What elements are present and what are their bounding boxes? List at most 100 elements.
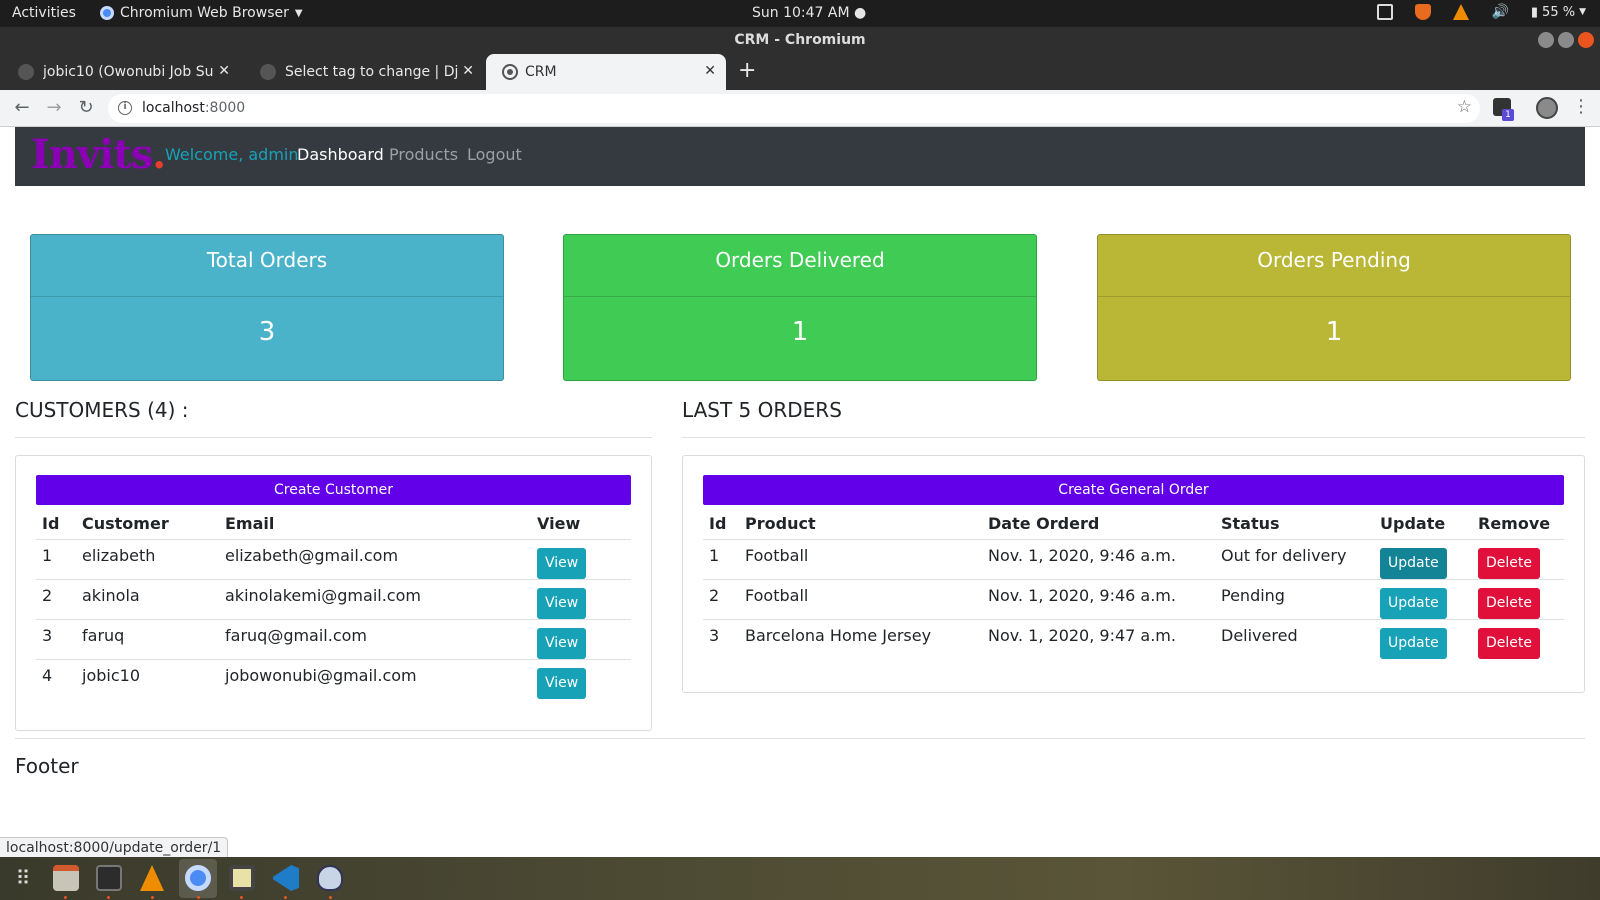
close-window-button[interactable]	[1578, 32, 1594, 48]
volume-icon[interactable]: 🔊	[1491, 4, 1508, 20]
order-date: Nov. 1, 2020, 9:46 a.m.	[982, 539, 1215, 580]
django-icon	[260, 64, 276, 80]
vlc-icon[interactable]	[140, 865, 164, 891]
chromium-icon[interactable]	[185, 865, 211, 891]
running-indicator	[64, 896, 67, 899]
column-header: Product	[739, 509, 982, 540]
back-button[interactable]: ←	[10, 96, 34, 120]
tab-title: CRM	[525, 64, 557, 80]
running-indicator	[284, 896, 287, 899]
vscode-icon[interactable]	[273, 865, 299, 891]
clock[interactable]: Sun 10:47 AM ●	[752, 5, 866, 21]
profile-avatar[interactable]	[1536, 97, 1558, 119]
stat-label: Orders Pending	[1098, 235, 1570, 297]
update-order-button[interactable]: Update	[1380, 627, 1447, 659]
menu-kebab-icon[interactable]: ⋮	[1572, 96, 1590, 117]
stat-value: 3	[258, 317, 276, 347]
update-cell: Update	[1374, 579, 1472, 620]
app-icon[interactable]	[229, 865, 255, 891]
indicator-icon[interactable]	[1377, 4, 1394, 20]
view-customer-button[interactable]: View	[537, 587, 587, 619]
show-apps-icon[interactable]: ⠿	[10, 865, 36, 891]
create-customer-button[interactable]: Create Customer	[36, 475, 631, 505]
delete-order-button[interactable]: Delete	[1478, 587, 1540, 619]
nav-link-dashboard[interactable]: Dashboard	[297, 145, 384, 164]
site-navbar: Invits. Welcome, admin Dashboard Product…	[15, 127, 1585, 186]
new-tab-button[interactable]: +	[738, 58, 756, 83]
nav-link-logout[interactable]: Logout	[467, 145, 522, 164]
brand-logo[interactable]: Invits.	[31, 131, 166, 178]
files-icon[interactable]	[53, 865, 79, 891]
order-product: Football	[739, 539, 982, 580]
table-row: 3 faruq faruq@gmail.com View	[36, 619, 631, 660]
nav-link-products[interactable]: Products	[389, 145, 458, 164]
view-cell: View	[531, 539, 631, 580]
caret-down-icon: ▼	[1579, 7, 1586, 17]
address-bar[interactable]: i localhost:8000 ☆	[108, 94, 1480, 123]
battery-indicator[interactable]: ▮ 55 % ▼	[1531, 5, 1586, 20]
github-icon	[18, 64, 34, 80]
activities-button[interactable]: Activities	[12, 5, 76, 21]
reload-button[interactable]: ↻	[74, 96, 98, 120]
view-customer-button[interactable]: View	[537, 547, 587, 579]
table-row: 2 akinola akinolakemi@gmail.com View	[36, 579, 631, 620]
url-text[interactable]: localhost:8000	[142, 100, 245, 116]
close-tab-icon[interactable]: ✕	[704, 63, 716, 79]
system-top-bar: Activities Chromium Web Browser ▼ Sun 10…	[0, 0, 1600, 27]
remove-cell: Delete	[1472, 619, 1564, 659]
update-order-button[interactable]: Update	[1380, 547, 1447, 579]
order-id: 2	[703, 579, 739, 620]
tab-crm[interactable]: CRM ✕	[486, 54, 726, 90]
forward-button[interactable]: →	[42, 96, 66, 120]
postgresql-icon[interactable]	[317, 865, 343, 891]
tab-github[interactable]: jobic10 (Owonubi Job Sunday) ✕	[0, 54, 240, 90]
order-status: Out for delivery	[1215, 539, 1374, 580]
close-tab-icon[interactable]: ✕	[462, 63, 474, 79]
app-menu[interactable]: Chromium Web Browser ▼	[100, 5, 303, 21]
minimize-button[interactable]	[1538, 32, 1554, 48]
brand-dot: .	[152, 131, 166, 178]
orders-table: Id Product Date Orderd Status Update Rem…	[703, 509, 1564, 659]
vlc-icon[interactable]	[1453, 4, 1470, 20]
table-row: 1 Football Nov. 1, 2020, 9:46 a.m. Out f…	[703, 539, 1564, 580]
window-controls	[1538, 32, 1594, 48]
customer-email: akinolakemi@gmail.com	[219, 579, 531, 620]
link-status-bubble: localhost:8000/update_order/1	[0, 837, 229, 859]
column-header: Remove	[1472, 509, 1564, 540]
battery-text: 55 %	[1542, 4, 1576, 20]
maximize-button[interactable]	[1558, 32, 1574, 48]
taskbar-dock: ⠿	[0, 857, 1600, 900]
delete-order-button[interactable]: Delete	[1478, 627, 1540, 659]
system-tray[interactable]: 🔊 ▮ 55 % ▼	[1377, 4, 1586, 20]
chromium-icon	[100, 6, 114, 20]
bookmark-star-icon[interactable]: ☆	[1457, 97, 1472, 117]
update-order-button[interactable]: Update	[1380, 587, 1447, 619]
url-port: :8000	[204, 100, 246, 116]
view-customer-button[interactable]: View	[537, 667, 587, 699]
customer-name: faruq	[76, 619, 219, 660]
orders-card: Create General Order Id Product Date Ord…	[682, 455, 1585, 693]
table-row: 3 Barcelona Home Jersey Nov. 1, 2020, 9:…	[703, 619, 1564, 659]
column-header: Date Orderd	[982, 509, 1215, 540]
divider	[15, 437, 652, 438]
table-row: 1 elizabeth elizabeth@gmail.com View	[36, 539, 631, 580]
running-indicator	[329, 896, 332, 899]
url-host: localhost	[142, 100, 205, 116]
column-header: Id	[703, 509, 739, 540]
order-status: Delivered	[1221, 625, 1298, 645]
tab-django-admin[interactable]: Select tag to change | Django site admin…	[242, 54, 484, 90]
order-id: 3	[709, 625, 720, 645]
delete-order-button[interactable]: Delete	[1478, 547, 1540, 579]
shield-icon[interactable]	[1415, 4, 1432, 20]
column-header: Update	[1374, 509, 1472, 540]
web-page: Invits. Welcome, admin Dashboard Product…	[0, 127, 1600, 857]
info-icon[interactable]: i	[118, 101, 132, 115]
globe-icon	[504, 66, 516, 78]
order-product: Barcelona Home Jersey	[745, 625, 932, 645]
view-customer-button[interactable]: View	[537, 627, 587, 659]
close-tab-icon[interactable]: ✕	[218, 63, 230, 79]
terminal-icon[interactable]	[96, 865, 122, 891]
running-indicator	[151, 896, 154, 899]
customer-name: akinola	[76, 579, 219, 620]
create-order-button[interactable]: Create General Order	[703, 475, 1564, 505]
